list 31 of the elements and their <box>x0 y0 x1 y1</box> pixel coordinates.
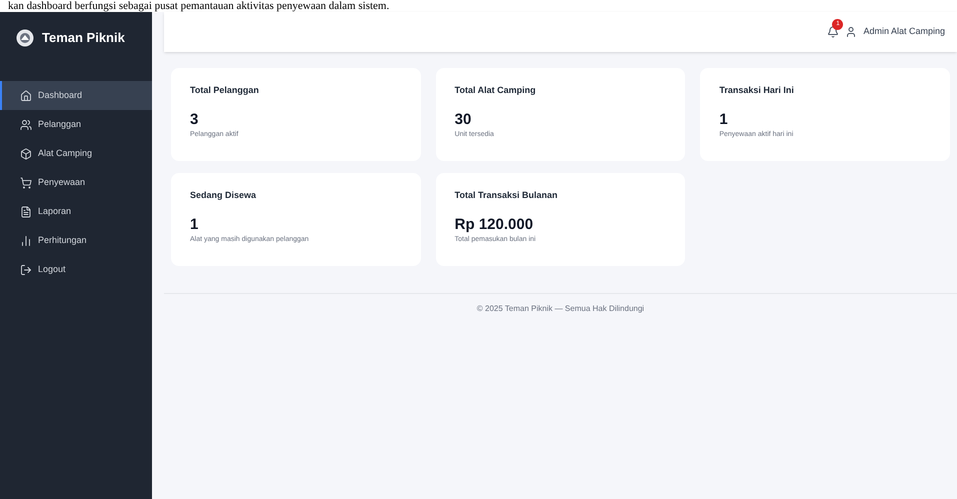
card-value: 30 <box>454 112 472 128</box>
card-title: Total Alat Camping <box>454 84 537 97</box>
footer-text: © 2025 Teman Piknik — Semua Hak Dilindungi <box>476 303 644 315</box>
user-name[interactable]: Admin Alat Camping <box>863 25 945 39</box>
notification-icon[interactable] <box>827 26 840 38</box>
home-icon <box>20 90 32 102</box>
sidebar-item[interactable]: Logout <box>0 255 152 284</box>
document-icon <box>20 206 32 218</box>
card-title: Total Pelanggan <box>190 84 260 97</box>
caption-text: kan dashboard berfungsi sebagai pusat pemantauan aktivitas penyewaan dalam sistem. <box>8 0 390 12</box>
card-title: Sedang Disewa <box>190 189 258 202</box>
card-value: Rp 120.000 <box>454 216 534 232</box>
sidebar-item[interactable]: Pelanggan <box>0 110 152 139</box>
sidebar-item[interactable]: Laporan <box>0 197 152 226</box>
logo-icon <box>16 29 34 47</box>
users-icon <box>20 118 32 130</box>
sidebar-item[interactable]: Dashboard <box>0 81 152 110</box>
cart-icon <box>20 176 32 188</box>
card-value: 3 <box>190 112 200 128</box>
sidebar-item[interactable]: Alat Camping <box>0 139 152 168</box>
user-icon <box>845 26 858 38</box>
card-value: 1 <box>190 216 200 232</box>
card-title: Transaksi Hari Ini <box>719 84 795 97</box>
logout-icon <box>20 264 32 276</box>
cube-icon <box>20 148 32 160</box>
card-title: Total Transaksi Bulanan <box>454 189 559 202</box>
sidebar-item[interactable]: Perhitungan <box>0 226 152 255</box>
bar-chart-icon <box>20 234 32 246</box>
brand-name: Teman Piknik <box>42 29 125 48</box>
card-value: 1 <box>719 112 729 128</box>
sidebar-item[interactable]: Penyewaan <box>0 168 152 197</box>
